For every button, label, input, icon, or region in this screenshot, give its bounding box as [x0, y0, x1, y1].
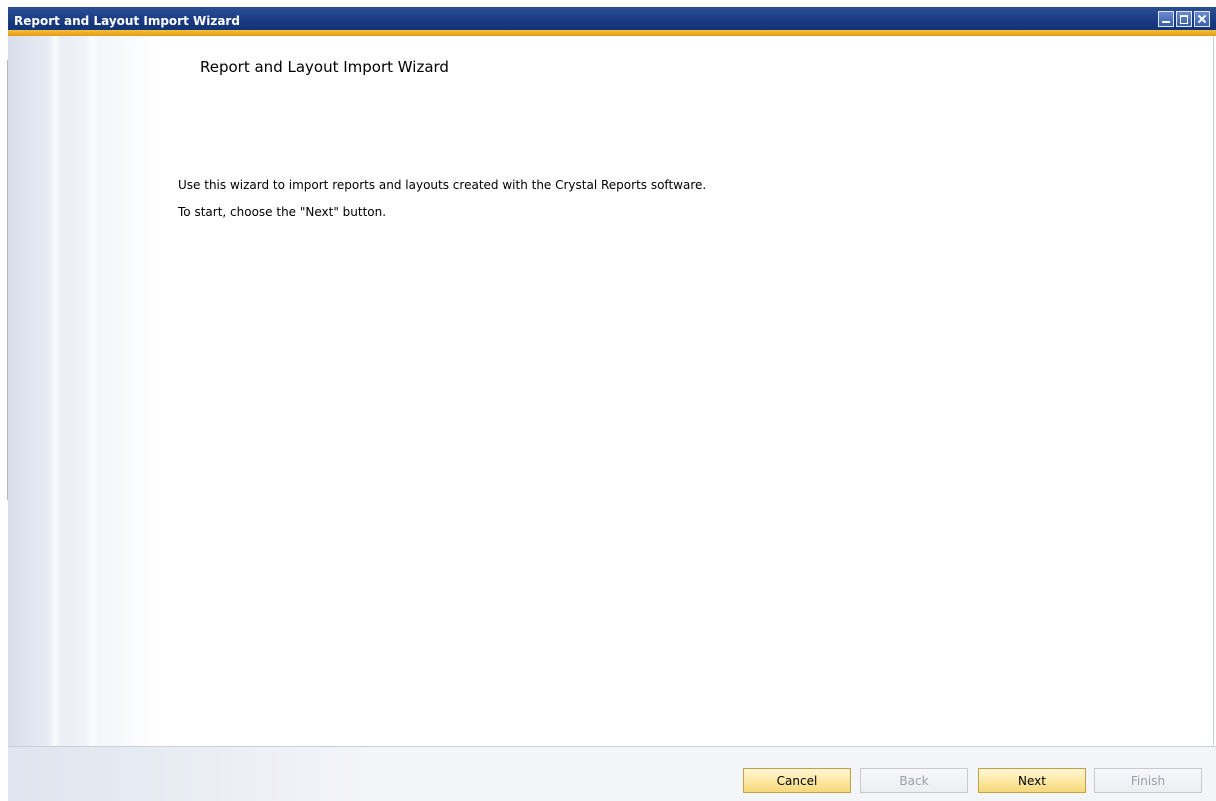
next-button[interactable]: Next	[978, 768, 1086, 793]
wizard-description-line1: Use this wizard to import reports and la…	[178, 178, 707, 192]
cancel-button[interactable]: Cancel	[743, 768, 851, 793]
back-button[interactable]: Back	[860, 768, 968, 793]
wizard-window: Report and Layout Import Wizard Report a…	[0, 0, 1216, 801]
window-controls	[1158, 11, 1210, 27]
wizard-description-line2: To start, choose the "Next" button.	[178, 205, 387, 219]
window-title: Report and Layout Import Wizard	[14, 14, 240, 28]
maximize-icon[interactable]	[1176, 11, 1192, 27]
title-bar[interactable]: Report and Layout Import Wizard	[8, 7, 1216, 36]
wizard-content: Report and Layout Import Wizard Use this…	[8, 36, 1214, 746]
wizard-footer: Cancel Back Next Finish	[8, 746, 1216, 801]
close-icon[interactable]	[1194, 11, 1210, 27]
minimize-icon[interactable]	[1158, 11, 1174, 27]
finish-button[interactable]: Finish	[1094, 768, 1202, 793]
decorative-streak	[86, 36, 100, 746]
wizard-heading: Report and Layout Import Wizard	[200, 58, 449, 76]
decorative-sidebar	[8, 36, 158, 746]
decorative-streak	[48, 36, 62, 746]
window-left-edge	[0, 0, 8, 801]
